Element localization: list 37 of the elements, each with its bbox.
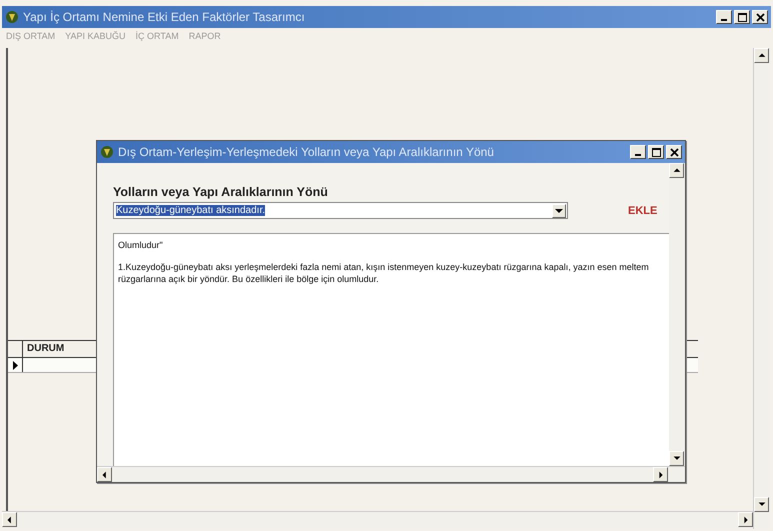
minimize-icon	[635, 154, 641, 156]
close-icon	[756, 12, 764, 22]
menu-item[interactable]: RAPOR	[188, 31, 221, 45]
minimize-button[interactable]	[630, 145, 646, 159]
close-icon	[670, 148, 678, 156]
dialog-title: Dış Ortam-Yerleşim-Yerleşmedeki Yolların veya Yapı Aralıklarının Yönü	[118, 145, 495, 159]
horizontal-scrollbar[interactable]	[97, 466, 685, 482]
section-heading: Yolların veya Yapı Aralıklarının Yönü	[113, 185, 329, 199]
scroll-left-icon[interactable]	[2, 512, 17, 527]
scroll-left-icon[interactable]	[97, 467, 112, 482]
maximize-icon	[738, 12, 746, 22]
maximize-button[interactable]	[648, 145, 664, 159]
minimize-icon	[721, 18, 727, 20]
close-button[interactable]	[752, 10, 768, 24]
scroll-up-icon[interactable]	[669, 163, 684, 178]
scroll-down-icon[interactable]	[669, 451, 684, 466]
horizontal-scrollbar[interactable]	[2, 511, 753, 529]
window-title: Yapı İç Ortamı Nemine Etki Eden Faktörler Tasarımcı	[23, 10, 306, 24]
minimize-button[interactable]	[716, 10, 732, 24]
scroll-right-icon[interactable]	[738, 512, 753, 527]
result-title: Olumludur"	[118, 240, 164, 252]
scroll-up-icon[interactable]	[754, 48, 769, 63]
add-button[interactable]: EKLE	[628, 204, 658, 216]
scroll-down-icon[interactable]	[754, 497, 769, 512]
result-paragraph: 1.Kuzeydoğu-güneybatı aksı yerleşmelerdeki fazla nemi atan, kışın istenmeyen kuzey-kuzeybatı rüzgarına kapalı, yazın esen meltem rüzgarlarına açık bir yöndür. Bu özellikleri ile bölge için olumludur.	[118, 262, 650, 285]
close-button[interactable]	[666, 145, 682, 159]
app-icon	[5, 10, 19, 24]
vertical-scrollbar[interactable]	[669, 163, 685, 466]
menu-item[interactable]: YAPI KABUĞU	[65, 31, 126, 45]
maximize-icon	[652, 148, 660, 156]
menu-item[interactable]: İÇ ORTAM	[136, 31, 179, 45]
scroll-right-icon[interactable]	[653, 467, 668, 482]
menu-item[interactable]: DIŞ ORTAM	[6, 31, 56, 45]
maximize-button[interactable]	[734, 10, 750, 24]
column-header: DURUM	[26, 342, 66, 356]
combo-box[interactable]: Kuzeydoğu-güneybatı aksındadır.	[113, 202, 568, 219]
app-icon	[100, 145, 114, 159]
